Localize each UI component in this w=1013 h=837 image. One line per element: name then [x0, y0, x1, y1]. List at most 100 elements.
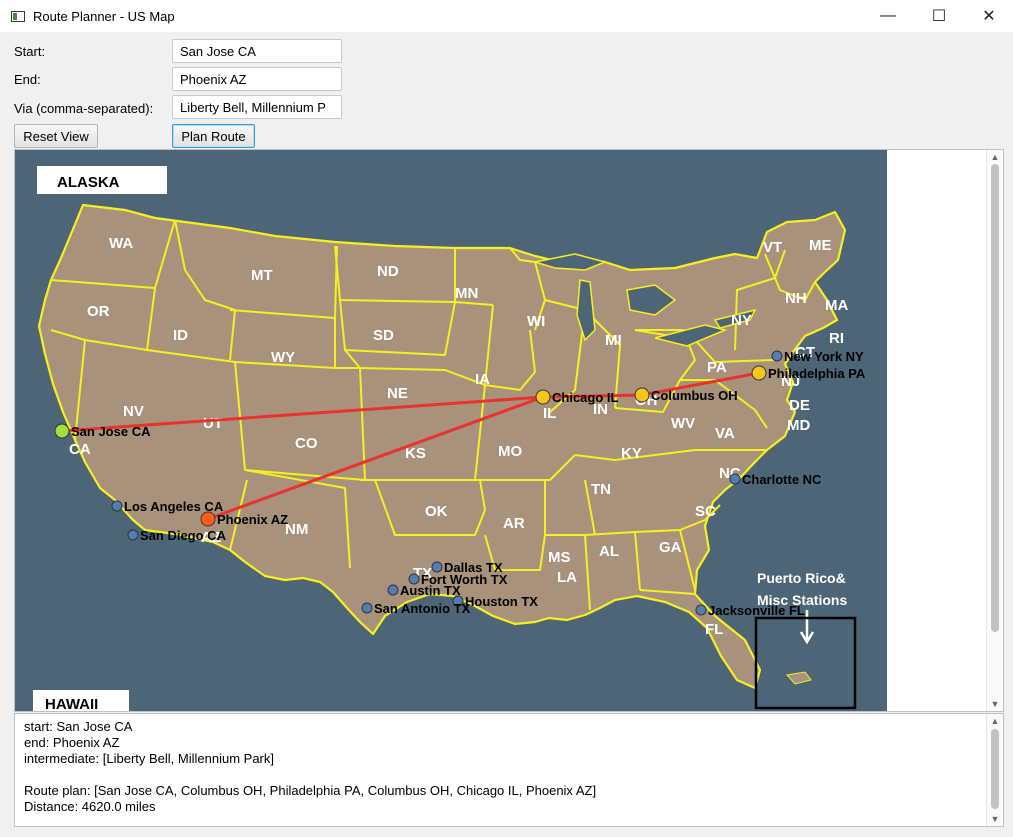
output-scroll-down-icon[interactable]: ▼	[987, 812, 1003, 826]
city-marker-jacksonville-fl[interactable]	[695, 604, 707, 616]
state-label-wy: WY	[271, 349, 295, 366]
end-input[interactable]	[172, 67, 342, 91]
state-label-ri: RI	[829, 330, 844, 347]
output-line-start: start: San Jose CA	[24, 719, 133, 734]
city-marker-san-antonio-tx[interactable]	[361, 602, 373, 614]
output-line-blank	[24, 767, 596, 783]
via-input[interactable]	[172, 95, 342, 119]
end-label: End:	[14, 72, 41, 87]
state-label-wv: WV	[671, 415, 695, 432]
close-button[interactable]: ✕	[966, 0, 1012, 32]
output-scrollbar[interactable]: ▲ ▼	[986, 714, 1003, 826]
city-marker-los-angeles-ca[interactable]	[111, 500, 123, 512]
city-marker-philadelphia-pa[interactable]	[751, 365, 767, 381]
map-scrollbar[interactable]: ▲ ▼	[986, 150, 1003, 711]
city-label-houston-tx: Houston TX	[465, 594, 538, 609]
city-marker-austin-tx[interactable]	[387, 584, 399, 596]
state-label-nm: NM	[285, 521, 308, 538]
alaska-label: ALASKA	[57, 174, 120, 191]
city-marker-new-york-ny[interactable]	[771, 350, 783, 362]
city-label-san-diego-ca: San Diego CA	[140, 528, 227, 543]
map-scroll-up-icon[interactable]: ▲	[987, 150, 1003, 164]
state-label-me: ME	[809, 237, 832, 254]
title-bar: Route Planner - US Map — ☐ ✕	[0, 0, 1013, 32]
state-label-wa: WA	[109, 235, 133, 252]
reset-view-button[interactable]: Reset View	[14, 124, 98, 148]
city-marker-dallas-tx[interactable]	[431, 561, 443, 573]
city-label-los-angeles-ca: Los Angeles CA	[124, 499, 224, 514]
state-label-id: ID	[173, 327, 188, 344]
state-label-mi: MI	[605, 332, 622, 349]
state-label-or: OR	[87, 303, 110, 320]
output-line-end: end: Phoenix AZ	[24, 735, 120, 750]
map-scroll-down-icon[interactable]: ▼	[987, 697, 1003, 711]
output-line-distance: Distance: 4620.0 miles	[24, 799, 156, 814]
state-label-pa: PA	[707, 359, 727, 376]
city-label-chicago-il: Chicago IL	[552, 390, 619, 405]
state-label-sc: SC	[695, 503, 716, 520]
output-scroll-thumb[interactable]	[991, 729, 999, 809]
hawaii-label: HAWAII	[45, 696, 98, 711]
state-label-ma: MA	[825, 297, 848, 314]
city-marker-columbus-oh[interactable]	[634, 387, 650, 403]
state-label-ga: GA	[659, 539, 682, 556]
state-label-il: IL	[543, 405, 556, 422]
state-label-co: CO	[295, 435, 318, 452]
output-line-intermediate: intermediate: [Liberty Bell, Millennium …	[24, 751, 274, 766]
state-label-md: MD	[787, 417, 810, 434]
state-label-sd: SD	[373, 327, 394, 344]
output-scroll-up-icon[interactable]: ▲	[987, 714, 1003, 728]
state-label-ny: NY	[731, 312, 752, 329]
app-icon	[11, 11, 25, 22]
state-label-ky: KY	[621, 445, 642, 462]
city-label-philadelphia-pa: Philadelphia PA	[768, 366, 866, 381]
state-label-mn: MN	[455, 285, 478, 302]
city-label-charlotte-nc: Charlotte NC	[742, 472, 822, 487]
window-title: Route Planner - US Map	[33, 9, 175, 24]
city-label-jacksonville-fl: Jacksonville FL	[708, 603, 805, 618]
maximize-button[interactable]: ☐	[916, 0, 962, 32]
city-label-san-jose-ca: San Jose CA	[71, 424, 151, 439]
state-label-mt: MT	[251, 267, 273, 284]
plan-route-button[interactable]: Plan Route	[172, 124, 255, 148]
state-label-mo: MO	[498, 443, 522, 460]
via-label: Via (comma-separated):	[14, 101, 154, 116]
state-label-fl: FL	[705, 621, 723, 638]
city-marker-charlotte-nc[interactable]	[729, 473, 741, 485]
city-marker-phoenix-az[interactable]	[200, 511, 216, 527]
start-label: Start:	[14, 44, 46, 59]
output-textarea[interactable]: start: San Jose CA end: Phoenix AZ inter…	[14, 713, 1004, 827]
state-label-la: LA	[557, 569, 577, 586]
city-marker-chicago-il[interactable]	[535, 389, 551, 405]
city-marker-san-diego-ca[interactable]	[127, 529, 139, 541]
minimize-button[interactable]: —	[865, 0, 911, 32]
state-label-vt: VT	[763, 239, 782, 256]
city-label-columbus-oh: Columbus OH	[651, 388, 738, 403]
state-label-de: DE	[789, 397, 810, 414]
start-input[interactable]	[172, 39, 342, 63]
state-label-nv: NV	[123, 403, 144, 420]
city-label-austin-tx: Austin TX	[400, 583, 461, 598]
city-label-phoenix-az: Phoenix AZ	[217, 512, 288, 527]
puerto-rico-label-line1: Puerto Rico&	[757, 570, 846, 586]
state-label-al: AL	[599, 543, 619, 560]
state-label-ok: OK	[425, 503, 448, 520]
us-map[interactable]: ALASKA HAWAII Puerto Rico& Misc Stations…	[15, 150, 887, 711]
state-label-ia: IA	[475, 371, 490, 388]
state-label-ut: UT	[203, 415, 223, 432]
city-label-new-york-ny: New York NY	[784, 349, 864, 364]
state-label-ms: MS	[548, 549, 571, 566]
map-scroll-thumb[interactable]	[991, 164, 999, 632]
output-line-route-plan: Route plan: [San Jose CA, Columbus OH, P…	[24, 783, 597, 798]
city-marker-san-jose-ca[interactable]	[54, 423, 70, 439]
output-lines: start: San Jose CA end: Phoenix AZ inter…	[24, 719, 596, 815]
state-label-ca: CA	[69, 441, 91, 458]
state-label-tn: TN	[591, 481, 611, 498]
state-label-wi: WI	[527, 313, 545, 330]
city-label-san-antonio-tx: San Antonio TX	[374, 601, 471, 616]
state-label-nd: ND	[377, 263, 399, 280]
state-label-nh: NH	[785, 290, 807, 307]
state-label-ar: AR	[503, 515, 525, 532]
map-view[interactable]: ALASKA HAWAII Puerto Rico& Misc Stations…	[14, 149, 1004, 712]
state-label-ne: NE	[387, 385, 408, 402]
